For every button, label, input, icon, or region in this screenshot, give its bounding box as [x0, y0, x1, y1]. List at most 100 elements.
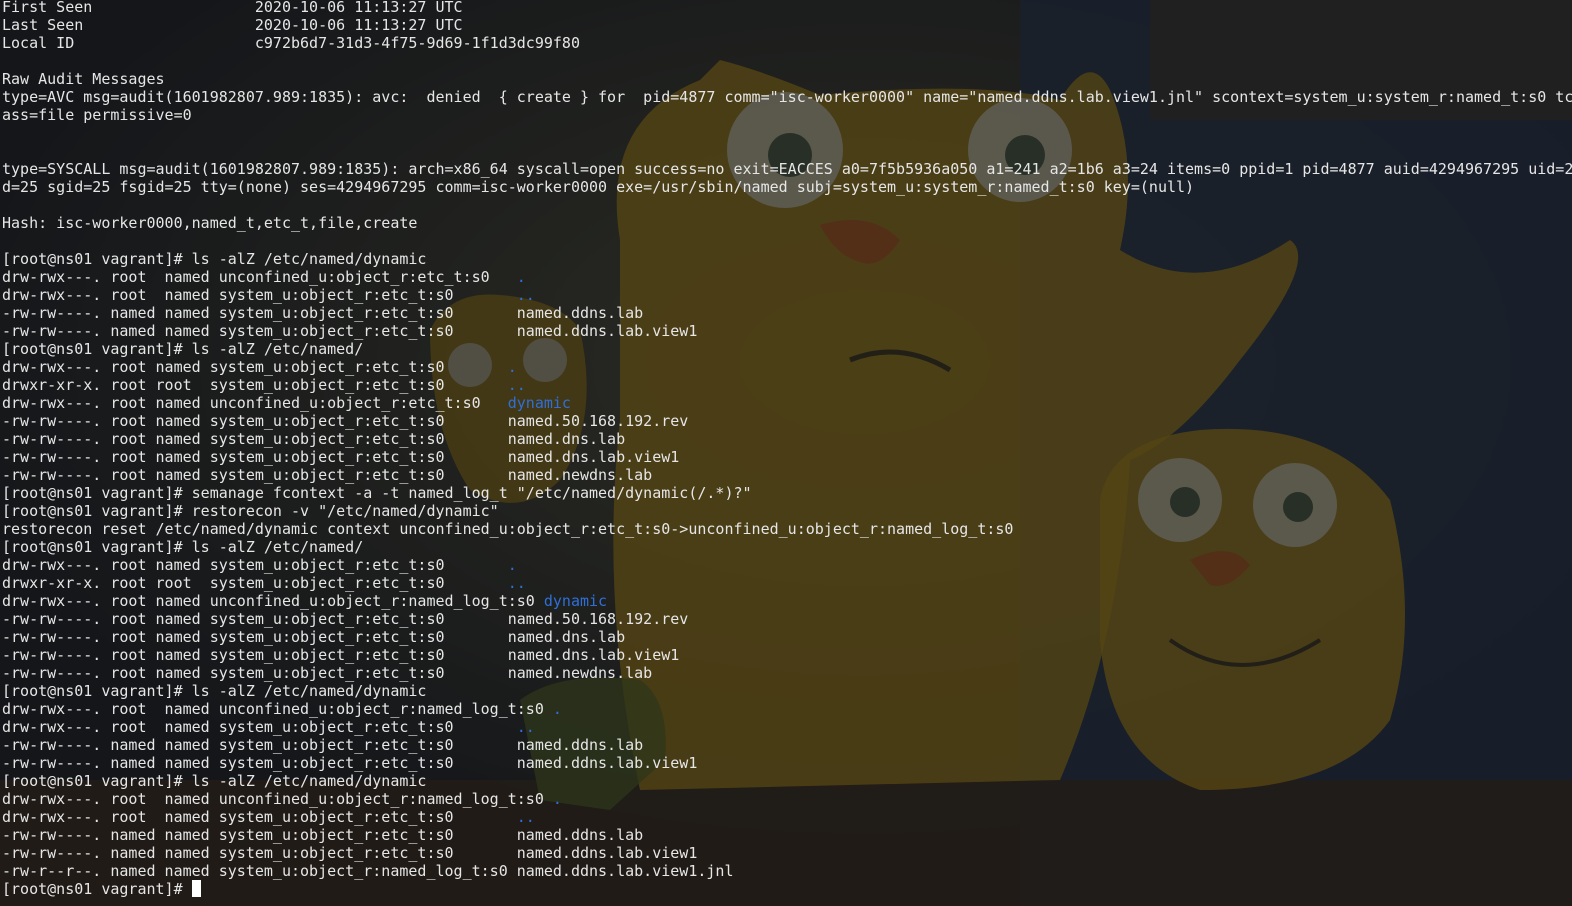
terminal-line: ass=file permissive=0: [2, 106, 1572, 124]
terminal-line: Hash: isc-worker0000,named_t,etc_t,file,…: [2, 214, 1572, 232]
terminal-line: -rw-r--r--. named named system_u:object_…: [2, 862, 1572, 880]
terminal-text: drw-rwx---. root named system_u:object_r…: [2, 808, 517, 826]
terminal-text: [root@ns01 vagrant]# ls -alZ /etc/named/…: [2, 682, 427, 700]
terminal-line: [root@ns01 vagrant]# restorecon -v "/etc…: [2, 502, 1572, 520]
terminal-line: -rw-rw----. root named system_u:object_r…: [2, 664, 1572, 682]
terminal-text: -rw-rw----. named named system_u:object_…: [2, 826, 644, 844]
terminal-text: drw-rwx---. root named unconfined_u:obje…: [2, 394, 508, 412]
terminal-line: -rw-rw----. root named system_u:object_r…: [2, 430, 1572, 448]
terminal-line: -rw-rw----. root named system_u:object_r…: [2, 646, 1572, 664]
terminal-text: type=SYSCALL msg=audit(1601982807.989:18…: [2, 160, 1572, 178]
terminal-line: drw-rwx---. root named system_u:object_r…: [2, 808, 1572, 826]
terminal-text: -rw-rw----. root named system_u:object_r…: [2, 430, 626, 448]
terminal-text: Raw Audit Messages: [2, 70, 165, 88]
directory-entry: .: [552, 700, 562, 718]
terminal-line: drwxr-xr-x. root root system_u:object_r:…: [2, 376, 1572, 394]
terminal-text: [root@ns01 vagrant]# ls -alZ /etc/named/: [2, 340, 364, 358]
terminal-line: -rw-rw----. root named system_u:object_r…: [2, 628, 1572, 646]
terminal-line: type=AVC msg=audit(1601982807.989:1835):…: [2, 88, 1572, 106]
terminal-line: drw-rwx---. root named system_u:object_r…: [2, 718, 1572, 736]
terminal-line: [root@ns01 vagrant]# ls -alZ /etc/named/…: [2, 250, 1572, 268]
terminal-line: Raw Audit Messages: [2, 70, 1572, 88]
terminal-text: [root@ns01 vagrant]# ls -alZ /etc/named/…: [2, 250, 427, 268]
terminal-line: -rw-rw----. root named system_u:object_r…: [2, 412, 1572, 430]
terminal-line: drw-rwx---. root named system_u:object_r…: [2, 556, 1572, 574]
shell-prompt: [root@ns01 vagrant]#: [2, 880, 192, 898]
terminal-line: drw-rwx---. root named unconfined_u:obje…: [2, 394, 1572, 412]
terminal-text: drw-rwx---. root named unconfined_u:obje…: [2, 790, 553, 808]
terminal-window[interactable]: First Seen 2020-10-06 11:13:27 UTC Last S…: [0, 0, 1572, 906]
terminal-line: restorecon reset /etc/named/dynamic cont…: [2, 520, 1572, 538]
terminal-line: -rw-rw----. root named system_u:object_r…: [2, 448, 1572, 466]
terminal-text: -rw-rw----. named named system_u:object_…: [2, 844, 698, 862]
terminal-line: [root@ns01 vagrant]# ls -alZ /etc/named/…: [2, 682, 1572, 700]
terminal-prompt-line[interactable]: [root@ns01 vagrant]#: [2, 880, 1572, 898]
terminal-line: Local ID c972b6d7-31d3-4f75-9d69-1f1d3dc…: [2, 34, 1572, 52]
terminal-line: -rw-rw----. root named system_u:object_r…: [2, 466, 1572, 484]
terminal-text: drwxr-xr-x. root root system_u:object_r:…: [2, 376, 508, 394]
terminal-text: First Seen 2020-10-06 11:13:27 UTC: [2, 0, 463, 16]
terminal-line: Last Seen 2020-10-06 11:13:27 UTC: [2, 16, 1572, 34]
terminal-output[interactable]: First Seen 2020-10-06 11:13:27 UTC Last S…: [2, 0, 1572, 898]
terminal-text: -rw-rw----. root named system_u:object_r…: [2, 628, 626, 646]
terminal-line: -rw-rw----. root named system_u:object_r…: [2, 610, 1572, 628]
terminal-line: [root@ns01 vagrant]# ls -alZ /etc/named/: [2, 340, 1572, 358]
terminal-text: -rw-rw----. named named system_u:object_…: [2, 322, 698, 340]
terminal-text: [root@ns01 vagrant]# restorecon -v "/etc…: [2, 502, 499, 520]
terminal-text: -rw-rw----. root named system_u:object_r…: [2, 412, 689, 430]
terminal-line: -rw-rw----. named named system_u:object_…: [2, 826, 1572, 844]
directory-entry: .: [507, 556, 517, 574]
terminal-line: -rw-rw----. named named system_u:object_…: [2, 754, 1572, 772]
terminal-text: type=AVC msg=audit(1601982807.989:1835):…: [2, 88, 1572, 106]
terminal-line: -rw-rw----. named named system_u:object_…: [2, 304, 1572, 322]
terminal-text: drw-rwx---. root named unconfined_u:obje…: [2, 268, 517, 286]
terminal-line: drw-rwx---. root named system_u:object_r…: [2, 358, 1572, 376]
directory-entry: .: [552, 790, 562, 808]
terminal-text: Hash: isc-worker0000,named_t,etc_t,file,…: [2, 214, 418, 232]
terminal-text: -rw-rw----. root named system_u:object_r…: [2, 448, 680, 466]
terminal-text: [root@ns01 vagrant]# ls -alZ /etc/named/: [2, 538, 364, 556]
terminal-text: drw-rwx---. root named system_u:object_r…: [2, 358, 508, 376]
terminal-text: drw-rwx---. root named unconfined_u:obje…: [2, 592, 544, 610]
terminal-text: -rw-rw----. root named system_u:object_r…: [2, 610, 689, 628]
terminal-text: restorecon reset /etc/named/dynamic cont…: [2, 520, 1014, 538]
terminal-line: drw-rwx---. root named unconfined_u:obje…: [2, 700, 1572, 718]
terminal-text: drw-rwx---. root named system_u:object_r…: [2, 718, 517, 736]
terminal-text: -rw-rw----. named named system_u:object_…: [2, 754, 698, 772]
terminal-text: [root@ns01 vagrant]# semanage fcontext -…: [2, 484, 752, 502]
directory-entry: ..: [507, 574, 526, 592]
directory-entry: ..: [507, 376, 526, 394]
terminal-line: [root@ns01 vagrant]# ls -alZ /etc/named/: [2, 538, 1572, 556]
directory-entry: dynamic: [543, 592, 608, 610]
terminal-line: -rw-rw----. named named system_u:object_…: [2, 844, 1572, 862]
terminal-text: [root@ns01 vagrant]# ls -alZ /etc/named/…: [2, 772, 427, 790]
terminal-text: -rw-rw----. root named system_u:object_r…: [2, 664, 653, 682]
terminal-line: drw-rwx---. root named unconfined_u:obje…: [2, 268, 1572, 286]
terminal-text: drw-rwx---. root named system_u:object_r…: [2, 286, 517, 304]
terminal-line: -rw-rw----. named named system_u:object_…: [2, 736, 1572, 754]
terminal-line: [root@ns01 vagrant]# ls -alZ /etc/named/…: [2, 772, 1572, 790]
terminal-text: -rw-rw----. named named system_u:object_…: [2, 304, 644, 322]
text-cursor-icon[interactable]: [191, 880, 201, 897]
directory-entry: ..: [516, 718, 535, 736]
terminal-line: drw-rwx---. root named unconfined_u:obje…: [2, 790, 1572, 808]
terminal-text: Local ID c972b6d7-31d3-4f75-9d69-1f1d3dc…: [2, 34, 580, 52]
directory-entry: ..: [516, 286, 535, 304]
directory-entry: .: [507, 358, 517, 376]
directory-entry: ..: [516, 808, 535, 826]
terminal-text: ass=file permissive=0: [2, 106, 192, 124]
terminal-line: type=SYSCALL msg=audit(1601982807.989:18…: [2, 160, 1572, 178]
directory-entry: .: [516, 268, 526, 286]
terminal-text: -rw-r--r--. named named system_u:object_…: [2, 862, 734, 880]
terminal-text: -rw-rw----. named named system_u:object_…: [2, 736, 644, 754]
terminal-text: drwxr-xr-x. root root system_u:object_r:…: [2, 574, 508, 592]
terminal-line: -rw-rw----. named named system_u:object_…: [2, 322, 1572, 340]
terminal-line: d=25 sgid=25 fsgid=25 tty=(none) ses=429…: [2, 178, 1572, 196]
terminal-text: drw-rwx---. root named unconfined_u:obje…: [2, 700, 553, 718]
terminal-line: [root@ns01 vagrant]# semanage fcontext -…: [2, 484, 1572, 502]
